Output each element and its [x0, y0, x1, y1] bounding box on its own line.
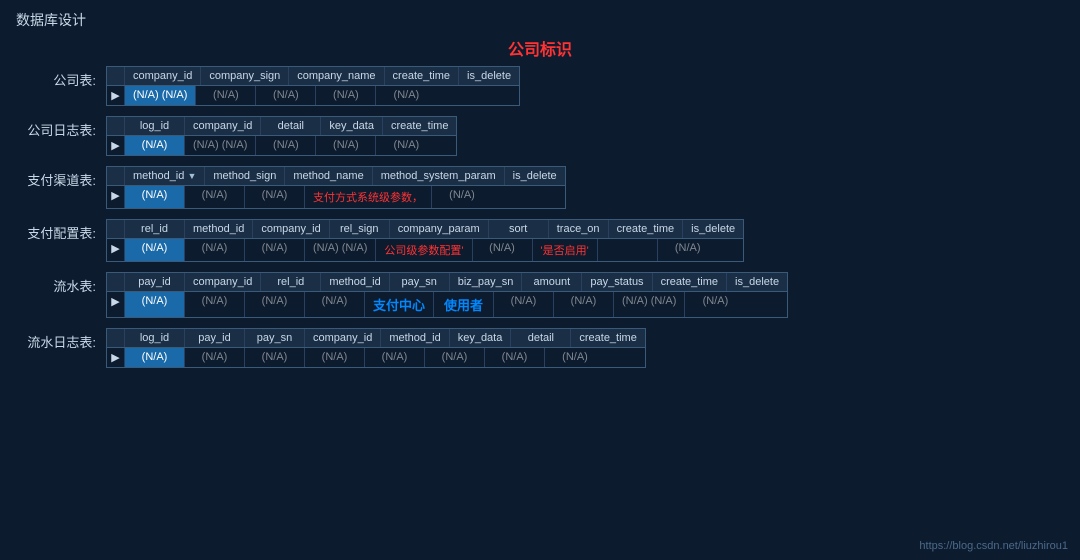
payment-config-table: rel_id method_id company_id rel_sign com…	[106, 219, 744, 262]
company-table: company_id company_sign company_name cre…	[106, 66, 520, 106]
flow-table-row: 流水表: pay_id company_id rel_id method_id …	[16, 272, 1064, 318]
company-log-table-row: 公司日志表: log_id company_id detail key_data…	[16, 116, 1064, 156]
company-log-table: log_id company_id detail key_data create…	[106, 116, 457, 156]
company-log-table-label: 公司日志表:	[16, 116, 106, 139]
payment-channel-table: method_id ▼ method_sign method_name meth…	[106, 166, 566, 209]
flow-log-table-label: 流水日志表:	[16, 328, 106, 351]
company-table-label: 公司表:	[16, 66, 106, 89]
flow-table-label: 流水表:	[16, 272, 106, 295]
payment-channel-table-row: 支付渠道表: method_id ▼ method_sign method_na…	[16, 166, 1064, 209]
watermark: https://blog.csdn.net/liuzhirou1	[919, 540, 1068, 552]
flow-log-table: log_id pay_id pay_sn company_id method_i…	[106, 328, 646, 368]
flow-log-table-row: 流水日志表: log_id pay_id pay_sn company_id m…	[16, 328, 1064, 368]
flow-table: pay_id company_id rel_id method_id pay_s…	[106, 272, 788, 318]
payment-config-table-row: 支付配置表: rel_id method_id company_id rel_s…	[16, 219, 1064, 262]
main-label: 公司标识	[16, 36, 1064, 60]
payment-channel-table-label: 支付渠道表:	[16, 166, 106, 189]
company-table-row: 公司表: company_id company_sign company_nam…	[16, 66, 1064, 106]
page-title: 数据库设计	[0, 0, 1080, 36]
payment-config-table-label: 支付配置表:	[16, 219, 106, 242]
